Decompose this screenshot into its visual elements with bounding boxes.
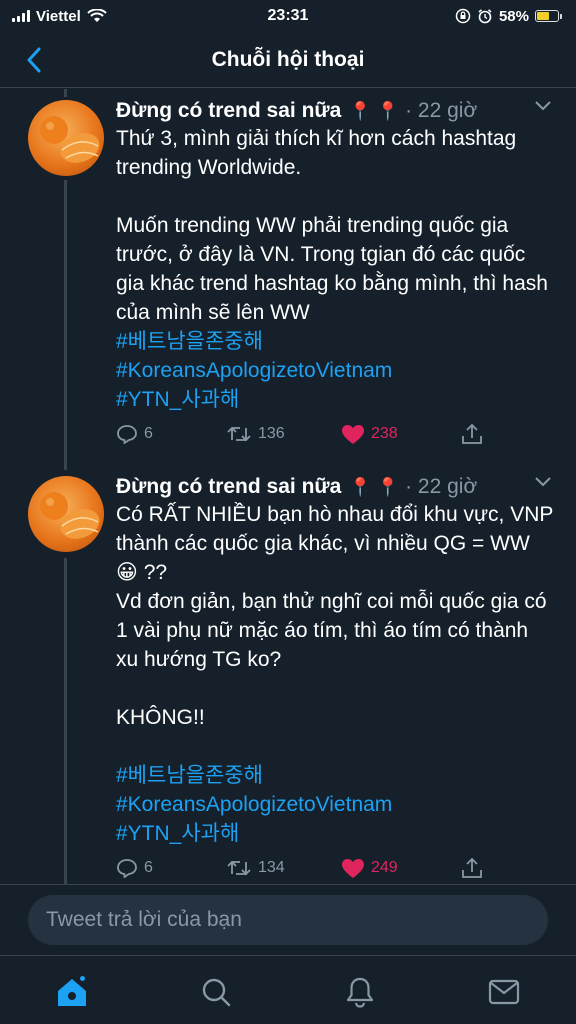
like-count: 238 — [371, 425, 398, 442]
share-icon — [462, 423, 482, 444]
battery-icon — [535, 10, 562, 22]
tweet-header: Đừng có trend sai nữa 📍 📍 · 22 giờ — [116, 472, 552, 502]
tweet-paragraph: KHÔNG!! — [116, 706, 205, 729]
search-icon — [202, 978, 231, 1007]
hashtag-link[interactable]: #YTN_사과해 — [116, 819, 556, 848]
mail-icon — [488, 979, 520, 1005]
retweet-count: 136 — [258, 425, 285, 442]
orange-avatar-image — [40, 492, 100, 539]
tweet-paragraph: Muốn trending WW phải trending quốc gia … — [116, 214, 548, 324]
signal-icon — [12, 10, 30, 22]
hashtag-link[interactable]: #KoreansApologizetoVietnam — [116, 356, 556, 385]
retweet-count: 134 — [258, 859, 285, 876]
status-right: 58% — [455, 8, 562, 25]
like-button[interactable]: 249 — [341, 858, 456, 879]
chevron-down-icon[interactable] — [534, 100, 552, 112]
share-button[interactable] — [461, 857, 483, 879]
like-count: 249 — [371, 859, 398, 876]
carrier-label: Viettel — [36, 7, 81, 25]
avatar[interactable] — [28, 476, 104, 552]
share-icon — [462, 857, 482, 878]
reply-input[interactable]: Tweet trả lời của bạn — [28, 895, 548, 945]
rotation-lock-icon — [455, 8, 471, 24]
back-button[interactable] — [18, 44, 50, 76]
tab-search[interactable] — [196, 972, 236, 1012]
pin-icon: 📍 📍 — [349, 476, 400, 497]
tweet[interactable]: Đừng có trend sai nữa 📍 📍 · 22 giờ Có RẤ… — [0, 472, 576, 884]
tweet-actions: 6 136 238 — [116, 420, 552, 448]
battery-fill — [537, 12, 549, 20]
wifi-icon — [87, 9, 107, 22]
heart-icon — [342, 424, 364, 444]
reply-placeholder: Tweet trả lời của bạn — [46, 908, 242, 931]
tweet-text: Thứ 3, mình giải thích kĩ hơn cách hasht… — [116, 124, 556, 414]
retweet-icon — [227, 860, 251, 876]
hashtag-link[interactable]: #베트남을존중해 — [116, 327, 556, 356]
reply-icon — [117, 859, 137, 878]
alarm-icon — [478, 9, 492, 24]
bell-icon — [346, 977, 374, 1008]
heart-icon — [342, 858, 364, 878]
like-button[interactable]: 238 — [341, 424, 456, 445]
retweet-button[interactable]: 136 — [226, 424, 341, 444]
chevron-down-icon[interactable] — [534, 476, 552, 488]
retweet-icon — [227, 426, 251, 442]
tab-messages[interactable] — [484, 972, 524, 1012]
author-name[interactable]: Đừng có trend sai nữa — [116, 475, 341, 499]
page-title: Chuỗi hội thoại — [211, 47, 365, 71]
status-bar: Viettel 23:31 58% — [0, 0, 576, 32]
tab-bar — [0, 955, 576, 1024]
hashtag-link[interactable]: #YTN_사과해 — [116, 385, 556, 414]
orange-avatar-image — [40, 116, 100, 163]
tweet-time: · 22 giờ — [405, 99, 478, 122]
retweet-button[interactable]: 134 — [226, 858, 341, 878]
tab-notifications[interactable] — [340, 972, 380, 1012]
tweet[interactable]: Đừng có trend sai nữa 📍 📍 · 22 giờ Thứ 3… — [0, 96, 576, 456]
tab-home[interactable] — [52, 972, 92, 1012]
nav-bar: Chuỗi hội thoại — [0, 32, 576, 88]
reply-button[interactable]: 6 — [116, 858, 226, 878]
hashtag-link[interactable]: #KoreansApologizetoVietnam — [116, 790, 556, 819]
reply-count: 6 — [144, 425, 153, 442]
status-left: Viettel — [12, 8, 107, 25]
chevron-left-icon — [27, 47, 41, 73]
reply-button[interactable]: 6 — [116, 424, 226, 444]
tweet-text: Có RẤT NHIỀU bạn hò nhau đổi khu vực, VN… — [116, 500, 556, 848]
reply-count: 6 — [144, 859, 153, 876]
tweet-paragraph: Thứ 3, mình giải thích kĩ hơn cách hasht… — [116, 127, 517, 179]
hashtag-link[interactable]: #베트남을존중해 — [116, 761, 556, 790]
battery-percent: 58% — [498, 7, 529, 25]
tweet-actions: 6 134 249 — [116, 854, 552, 882]
tweet-header: Đừng có trend sai nữa 📍 📍 · 22 giờ — [116, 96, 552, 126]
pin-icon: 📍 📍 — [349, 100, 400, 121]
tweet-paragraph: Có RẤT NHIỀU bạn hò nhau đổi khu vực, VN… — [116, 503, 554, 671]
reply-icon — [117, 425, 137, 444]
tweet-time: · 22 giờ — [405, 475, 478, 498]
share-button[interactable] — [461, 423, 483, 445]
notification-dot — [78, 974, 87, 983]
author-name[interactable]: Đừng có trend sai nữa — [116, 99, 341, 123]
divider — [0, 884, 576, 885]
avatar[interactable] — [28, 100, 104, 176]
